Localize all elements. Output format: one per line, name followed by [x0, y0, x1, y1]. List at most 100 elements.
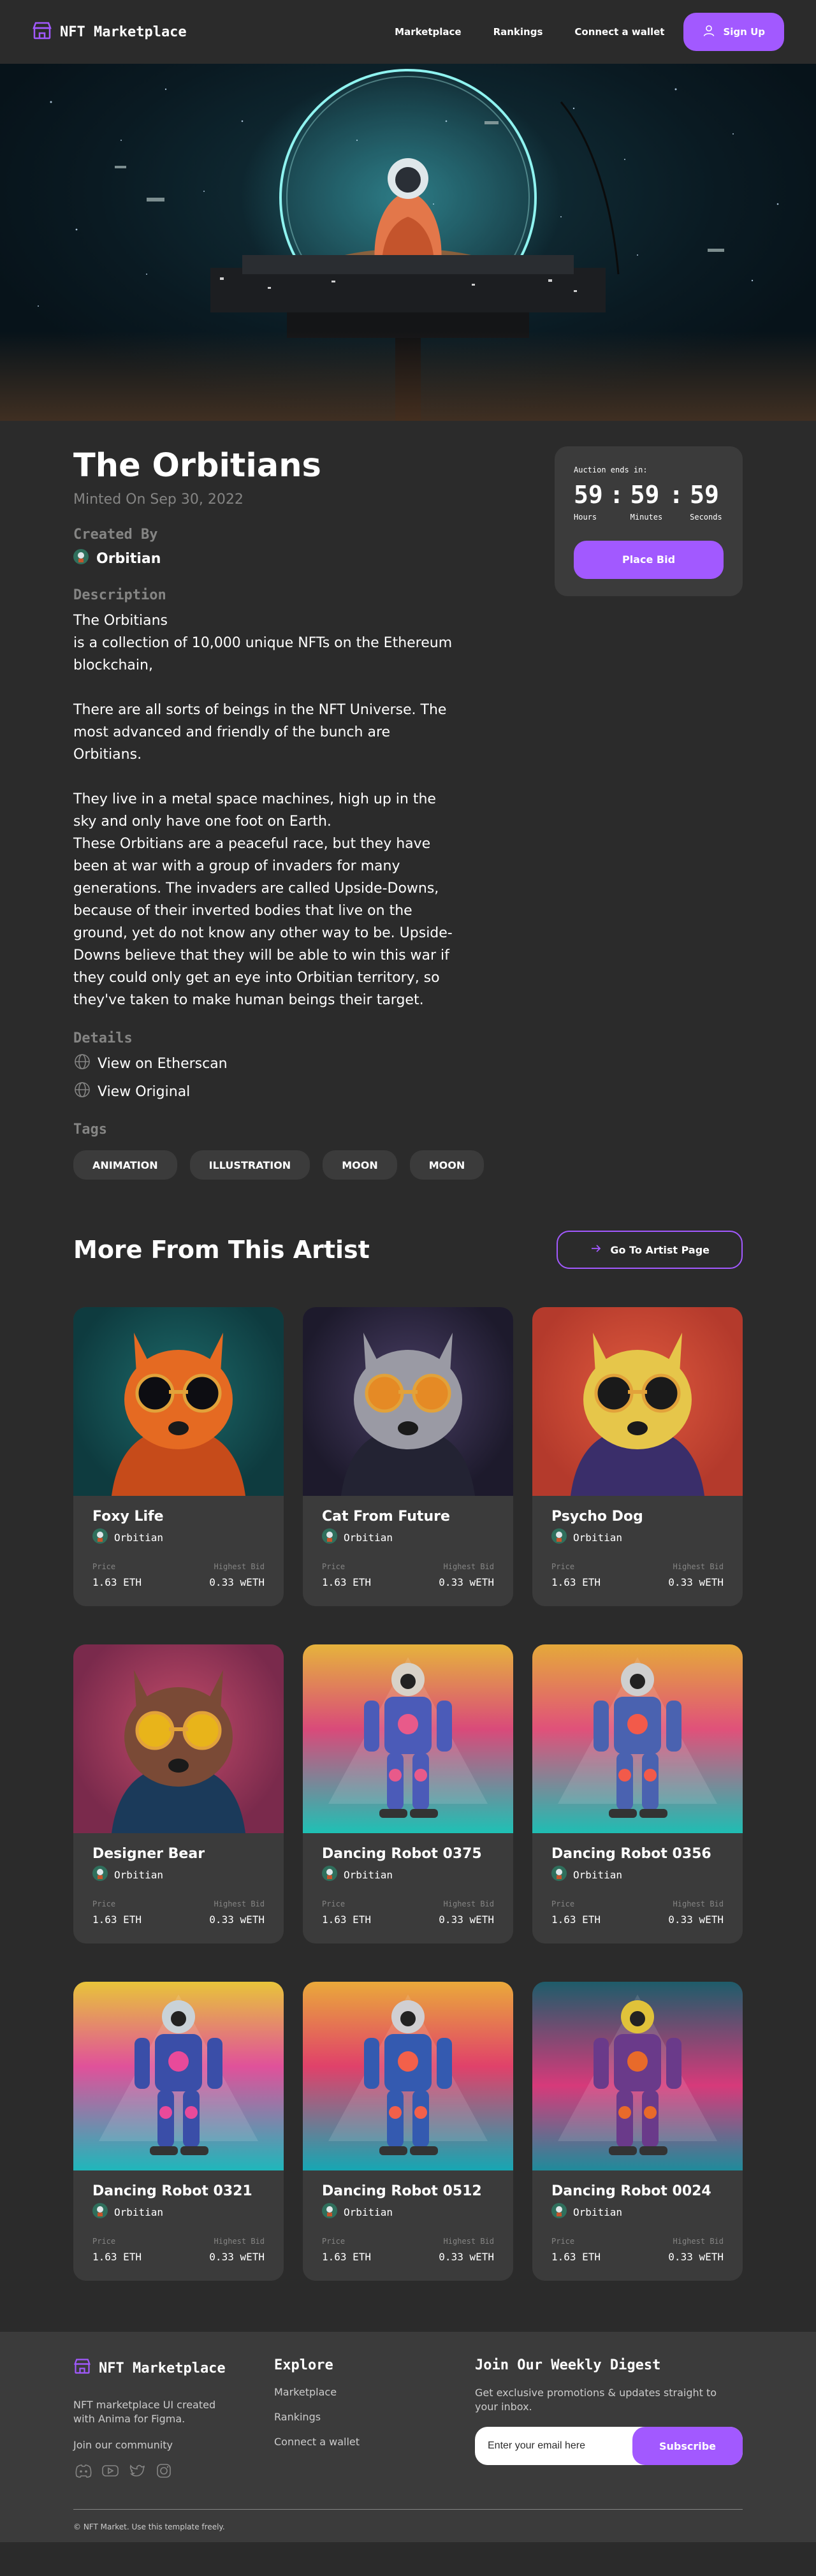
- nft-card-artist[interactable]: Orbitian: [322, 2203, 494, 2221]
- highest-bid-value: 0.33 wETH: [209, 1914, 265, 1926]
- nft-card[interactable]: Dancing Robot 0321 Orbitian Price 1.63 E…: [73, 1982, 284, 2281]
- sign-up-label: Sign Up: [723, 26, 765, 38]
- avatar: [551, 1528, 567, 1546]
- nft-card-image: [303, 1307, 513, 1497]
- email-input[interactable]: [475, 2427, 632, 2466]
- nft-card-artist[interactable]: Orbitian: [551, 1528, 724, 1546]
- price-value: 1.63 ETH: [551, 2251, 601, 2264]
- nft-card-name: Foxy Life: [92, 1509, 164, 1525]
- go-to-artist-button[interactable]: Go To Artist Page: [557, 1231, 743, 1270]
- nft-card[interactable]: Dancing Robot 0375 Orbitian Price 1.63 E…: [303, 1644, 513, 1944]
- copyright: © NFT Market. Use this template freely.: [73, 2509, 743, 2531]
- sign-up-button[interactable]: Sign Up: [683, 13, 784, 51]
- highest-bid-value: 0.33 wETH: [668, 2251, 724, 2264]
- price-value: 1.63 ETH: [322, 2251, 372, 2264]
- highest-bid-value: 0.33 wETH: [668, 1914, 724, 1926]
- tags-label: Tags: [73, 1122, 107, 1138]
- place-bid-button[interactable]: Place Bid: [574, 540, 724, 579]
- nft-card-artist[interactable]: Orbitian: [551, 2203, 724, 2221]
- nft-card-image: [73, 1644, 284, 1834]
- price-value: 1.63 ETH: [322, 1576, 372, 1589]
- nav-link-connect-wallet[interactable]: Connect a wallet: [562, 13, 677, 51]
- more-from-artist: More From This Artist Go To Artist Page …: [0, 1180, 816, 2281]
- tag-illustration[interactable]: ILLUSTRATION: [189, 1150, 310, 1180]
- nft-card[interactable]: Foxy Life Orbitian Price 1.63 ETH Highes…: [73, 1307, 284, 1607]
- nft-title: The Orbitians: [73, 447, 321, 485]
- highest-bid-label: Highest Bid: [673, 1562, 724, 1572]
- price-label: Price: [92, 2237, 116, 2246]
- nft-card-image: [303, 1982, 513, 2171]
- user-icon: [703, 24, 715, 40]
- seconds-value: 59: [690, 481, 719, 509]
- globe-icon: [73, 1081, 91, 1102]
- nft-card-artist[interactable]: Orbitian: [322, 1528, 494, 1546]
- hours-label: Hours: [574, 512, 597, 522]
- nav-link-marketplace[interactable]: Marketplace: [382, 13, 474, 51]
- nft-card-image: [532, 1644, 743, 1834]
- nft-card-artist[interactable]: Orbitian: [551, 1866, 724, 1884]
- footer-link-rankings[interactable]: Rankings: [274, 2411, 427, 2423]
- highest-bid-label: Highest Bid: [673, 1899, 724, 1909]
- footer-link-connect-wallet[interactable]: Connect a wallet: [274, 2436, 427, 2448]
- hours-value: 59: [574, 481, 603, 509]
- nft-card[interactable]: Designer Bear Orbitian Price 1.63 ETH Hi…: [73, 1644, 284, 1944]
- nft-card-artist-name: Orbitian: [344, 1868, 393, 1881]
- nft-card[interactable]: Dancing Robot 0024 Orbitian Price 1.63 E…: [532, 1982, 743, 2281]
- nft-card-artist-name: Orbitian: [573, 1531, 623, 1544]
- price-value: 1.63 ETH: [92, 1914, 142, 1926]
- avatar: [92, 1866, 108, 1884]
- digest-heading: Join Our Weekly Digest: [475, 2357, 661, 2374]
- nft-card-artist[interactable]: Orbitian: [92, 2203, 265, 2221]
- youtube-icon[interactable]: [100, 2461, 120, 2484]
- nft-card-artist-name: Orbitian: [573, 1868, 623, 1881]
- nft-card-artist-name: Orbitian: [344, 1531, 393, 1544]
- footer-tagline: NFT marketplace UI created with Anima fo…: [73, 2399, 216, 2426]
- highest-bid-value: 0.33 wETH: [209, 2251, 265, 2264]
- price-value: 1.63 ETH: [92, 2251, 142, 2264]
- description-label: Description: [73, 587, 166, 604]
- nav-link-rankings[interactable]: Rankings: [481, 13, 556, 51]
- footer-link-marketplace[interactable]: Marketplace: [274, 2386, 427, 2398]
- nft-card-artist[interactable]: Orbitian: [322, 1866, 494, 1884]
- discord-icon[interactable]: [73, 2461, 94, 2484]
- highest-bid-value: 0.33 wETH: [439, 1914, 494, 1926]
- nft-card-image: [303, 1644, 513, 1834]
- price-label: Price: [92, 1899, 116, 1909]
- highest-bid-value: 0.33 wETH: [439, 2251, 494, 2264]
- subscribe-button[interactable]: Subscribe: [632, 2427, 743, 2466]
- nft-card[interactable]: Cat From Future Orbitian Price 1.63 ETH …: [303, 1307, 513, 1607]
- nft-card-artist[interactable]: Orbitian: [92, 1866, 265, 1884]
- highest-bid-value: 0.33 wETH: [209, 1576, 265, 1589]
- view-etherscan-link[interactable]: View on Etherscan: [73, 1053, 462, 1074]
- view-original-link[interactable]: View Original: [73, 1081, 462, 1102]
- nft-card-image: [532, 1982, 743, 2171]
- twitter-icon[interactable]: [127, 2461, 147, 2484]
- footer-brand[interactable]: NFT Marketplace: [73, 2357, 226, 2379]
- nft-card-name: Dancing Robot 0321: [92, 2183, 252, 2200]
- nft-card[interactable]: Psycho Dog Orbitian Price 1.63 ETH Highe…: [532, 1307, 743, 1607]
- nft-card-artist-name: Orbitian: [114, 2206, 164, 2218]
- creator-name: Orbitian: [96, 550, 161, 567]
- view-etherscan-label: View on Etherscan: [98, 1055, 228, 1072]
- view-original-label: View Original: [98, 1083, 191, 1100]
- price-label: Price: [322, 2237, 346, 2246]
- avatar: [551, 1866, 567, 1884]
- subscribe-form: Subscribe: [475, 2427, 743, 2466]
- nft-card-artist-name: Orbitian: [573, 2206, 623, 2218]
- nft-card[interactable]: Dancing Robot 0512 Orbitian Price 1.63 E…: [303, 1982, 513, 2281]
- nft-card-name: Psycho Dog: [551, 1509, 643, 1525]
- highest-bid-value: 0.33 wETH: [668, 1576, 724, 1589]
- instagram-icon[interactable]: [154, 2461, 174, 2484]
- nft-card-name: Dancing Robot 0512: [322, 2183, 482, 2200]
- tag-animation[interactable]: ANIMATION: [73, 1150, 177, 1180]
- nft-card-artist[interactable]: Orbitian: [92, 1528, 265, 1546]
- tag-moon[interactable]: MOON: [409, 1150, 484, 1180]
- avatar: [92, 2203, 108, 2221]
- nft-card[interactable]: Dancing Robot 0356 Orbitian Price 1.63 E…: [532, 1644, 743, 1944]
- brand-logo[interactable]: NFT Marketplace: [32, 20, 187, 43]
- creator-link[interactable]: Orbitian: [73, 549, 462, 568]
- tag-moon[interactable]: MOON: [323, 1150, 397, 1180]
- highest-bid-label: Highest Bid: [443, 2237, 494, 2246]
- storefront-icon: [73, 2357, 91, 2379]
- minutes-value: 59: [630, 481, 660, 509]
